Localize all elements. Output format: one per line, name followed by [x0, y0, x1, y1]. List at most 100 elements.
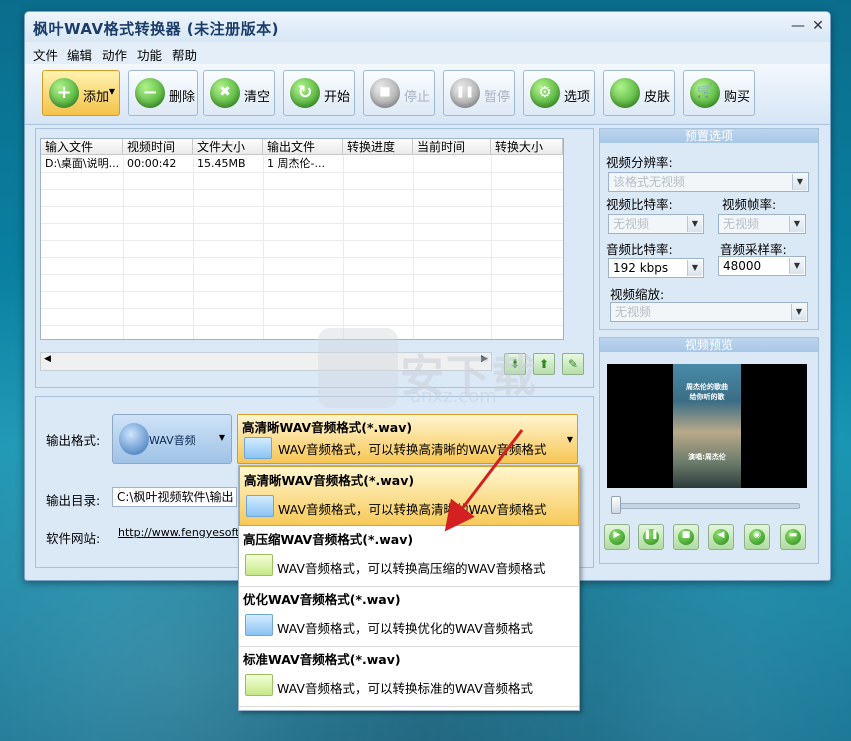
start-button[interactable]: ↻ 开始 [283, 70, 355, 116]
scroll-left-icon[interactable]: ◀ [44, 354, 51, 364]
cell-output-file: 1 周杰伦-... [267, 157, 325, 170]
menu-edit[interactable]: 编辑 [67, 45, 92, 64]
preset-panel-title: 预置选项 [600, 129, 818, 143]
stop-icon: ■ [370, 78, 400, 108]
video-scale-select[interactable]: 无视频 ▼ [610, 302, 808, 322]
folder-icon [244, 437, 272, 459]
apple-icon [610, 78, 640, 108]
watermark-subtext: anxz.com [410, 386, 497, 407]
video-fps-select[interactable]: 无视频 ▼ [718, 214, 806, 234]
video-scale-label: 视频缩放: [610, 287, 665, 302]
folder-icon: ▬ [785, 529, 801, 545]
list-item[interactable]: 标准WAV音频格式(*.wav) WAV音频格式，可以转换标准的WAV音频格式 [239, 646, 579, 707]
table-row[interactable]: D:\桌面\说明... [41, 156, 123, 172]
preview-slider-track[interactable] [613, 503, 800, 509]
cart-icon: 🛒 [690, 78, 720, 108]
volume-button[interactable]: ◀ [708, 524, 734, 550]
chevron-down-icon: ▼ [792, 174, 807, 190]
video-bitrate-select[interactable]: 无视频 ▼ [608, 214, 704, 234]
play-icon: ▶ [609, 529, 625, 545]
col-video-time[interactable]: 视频时间 [123, 139, 193, 155]
grid-line [193, 156, 194, 339]
volume-icon: ◀ [713, 529, 729, 545]
pause-button[interactable]: ❚❚ 暂停 [443, 70, 515, 116]
stop-button[interactable]: ■ 停止 [363, 70, 435, 116]
folder-icon [245, 674, 273, 696]
audio-samplerate-select[interactable]: 48000 ▼ [718, 256, 806, 276]
website-link[interactable]: http://www.fengyesoft.c [118, 526, 249, 539]
options-icon: ⚙ [530, 78, 560, 108]
title-bar[interactable]: 枫叶WAV格式转换器 (未注册版本) — ✕ [25, 12, 830, 42]
chevron-down-icon: ▼ [789, 216, 804, 232]
window-title: 枫叶WAV格式转换器 (未注册版本) [33, 20, 280, 38]
minimize-button[interactable]: — [790, 18, 806, 34]
col-current-time[interactable]: 当前时间 [413, 139, 491, 155]
grid-line [41, 206, 563, 207]
col-progress[interactable]: 转换进度 [343, 139, 413, 155]
grid-line [41, 257, 563, 258]
cell-video-time: 00:00:42 [127, 157, 177, 170]
audio-icon [119, 423, 149, 455]
video-resolution-select[interactable]: 该格式无视频 ▼ [608, 172, 809, 192]
list-item[interactable]: 高压缩WAV音频格式(*.wav) WAV音频格式，可以转换高压缩的WAV音频格… [239, 526, 579, 587]
grid-line [41, 189, 563, 190]
grid-line [263, 156, 264, 339]
open-folder-button[interactable]: ▬ [780, 524, 806, 550]
buy-button[interactable]: 🛒 购买 [683, 70, 755, 116]
profile-select[interactable]: 高清晰WAV音频格式(*.wav) WAV音频格式，可以转换高清晰的WAV音频格… [237, 414, 578, 464]
chevron-down-icon[interactable]: ▼ [219, 433, 225, 442]
chevron-down-icon[interactable]: ▼ [567, 435, 573, 444]
plus-icon: + [49, 78, 79, 108]
video-frame: 周杰伦的歌曲 给你听的歌 演唱:周杰伦 [673, 364, 741, 488]
clear-button[interactable]: ✖ 清空 [203, 70, 275, 116]
minus-icon: − [135, 78, 165, 108]
watermark-logo [318, 328, 398, 408]
play-button[interactable]: ▶ [604, 524, 630, 550]
delete-button[interactable]: − 删除 [128, 70, 198, 116]
options-button[interactable]: ⚙ 选项 [523, 70, 595, 116]
snapshot-button[interactable]: ◉ [744, 524, 770, 550]
audio-bitrate-label: 音频比特率: [606, 242, 673, 257]
pause-preview-button[interactable]: ❚❚ [638, 524, 664, 550]
grid-line [41, 291, 563, 292]
stop-icon: ■ [678, 529, 694, 545]
close-button[interactable]: ✕ [810, 18, 826, 34]
list-item[interactable]: 优化WAV音频格式(*.wav) WAV音频格式，可以转换优化的WAV音频格式 [239, 586, 579, 647]
output-dir-label: 输出目录: [46, 493, 101, 508]
menu-help[interactable]: 帮助 [172, 45, 197, 64]
grid-line [491, 156, 492, 339]
grid-line [413, 156, 414, 339]
chevron-down-icon: ▼ [791, 304, 806, 320]
menu-function[interactable]: 功能 [137, 45, 162, 64]
skin-button[interactable]: 皮肤 [603, 70, 675, 116]
col-input-file[interactable]: 输入文件 [41, 139, 123, 155]
refresh-icon: ↻ [290, 78, 320, 108]
video-resolution-label: 视频分辨率: [606, 155, 673, 170]
audio-bitrate-select[interactable]: 192 kbps ▼ [608, 258, 704, 278]
col-file-size[interactable]: 文件大小 [193, 139, 263, 155]
edit-button[interactable]: ✎ [562, 353, 584, 375]
grid-line [41, 274, 563, 275]
output-format-label: 输出格式: [46, 433, 101, 448]
menu-action[interactable]: 动作 [102, 45, 127, 64]
website-label: 软件网站: [46, 531, 101, 546]
col-output-file[interactable]: 输出文件 [263, 139, 343, 155]
folder-icon [245, 554, 273, 576]
file-table[interactable]: 输入文件 视频时间 文件大小 输出文件 转换进度 当前时间 转换大小 D:\桌面… [40, 138, 564, 340]
video-preview: 周杰伦的歌曲 给你听的歌 演唱:周杰伦 [607, 364, 807, 488]
pause-icon: ❚❚ [643, 529, 659, 545]
grid-line [41, 308, 563, 309]
add-button[interactable]: + 添加 ▼ [42, 70, 120, 116]
col-convert-size[interactable]: 转换大小 [491, 139, 563, 155]
profile-dropdown-list[interactable]: 高清晰WAV音频格式(*.wav) WAV音频格式，可以转换高清晰的WAV音频格… [238, 465, 580, 711]
list-item[interactable]: 高清晰WAV音频格式(*.wav) WAV音频格式，可以转换高清晰的WAV音频格… [239, 466, 579, 526]
stop-preview-button[interactable]: ■ [673, 524, 699, 550]
chevron-down-icon[interactable]: ▼ [109, 87, 115, 96]
menu-file[interactable]: 文件 [33, 45, 58, 64]
grid-line [41, 223, 563, 224]
output-format-select[interactable]: WAV音频 ▼ [112, 414, 232, 464]
output-dir-field[interactable]: C:\枫叶视频软件\输出 [112, 487, 237, 507]
preview-slider-thumb[interactable] [611, 496, 621, 514]
clear-icon: ✖ [210, 78, 240, 108]
pause-icon: ❚❚ [450, 78, 480, 108]
